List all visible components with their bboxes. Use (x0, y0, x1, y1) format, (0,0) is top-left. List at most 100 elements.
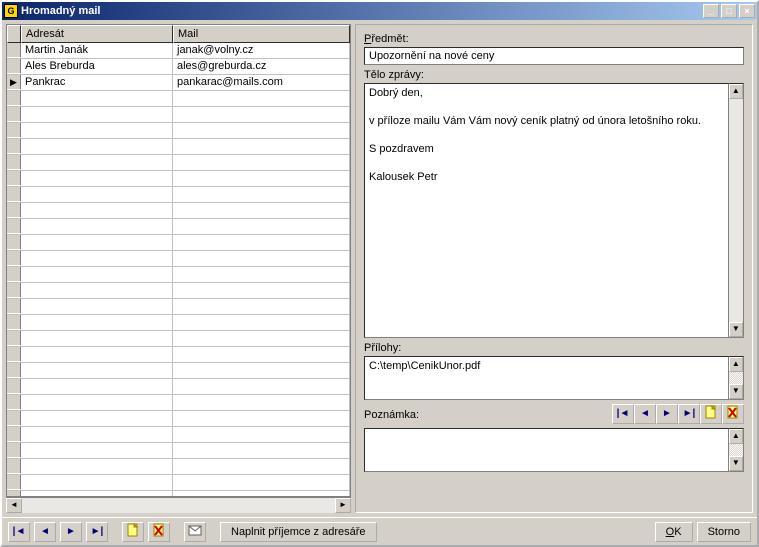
cell-mail[interactable] (173, 283, 350, 298)
recipients-grid[interactable]: Adresát Mail Martin Janákjanak@volny.czA… (6, 24, 351, 497)
table-row[interactable] (7, 491, 350, 496)
cell-name[interactable] (21, 347, 173, 362)
scroll-track[interactable] (729, 444, 743, 456)
cell-name[interactable] (21, 251, 173, 266)
scroll-thumb[interactable] (22, 498, 335, 513)
cell-mail[interactable] (173, 91, 350, 106)
table-row[interactable] (7, 283, 350, 299)
table-row[interactable] (7, 187, 350, 203)
cell-mail[interactable] (173, 315, 350, 330)
grid-delete-record-button[interactable] (148, 522, 170, 542)
grid-body[interactable]: Martin Janákjanak@volny.czAles Breburdaa… (7, 43, 350, 496)
table-row[interactable] (7, 219, 350, 235)
cell-mail[interactable] (173, 123, 350, 138)
cell-name[interactable]: Ales Breburda (21, 59, 173, 74)
cell-name[interactable] (21, 139, 173, 154)
cell-name[interactable] (21, 363, 173, 378)
cell-mail[interactable]: pankarac@mails.com (173, 75, 350, 90)
cell-name[interactable] (21, 235, 173, 250)
cell-name[interactable] (21, 331, 173, 346)
table-row[interactable] (7, 459, 350, 475)
scroll-up-button[interactable]: ▲ (729, 357, 743, 372)
column-header-mail[interactable]: Mail (173, 25, 350, 43)
table-row[interactable] (7, 139, 350, 155)
table-row[interactable] (7, 107, 350, 123)
note-textarea[interactable] (364, 428, 729, 472)
nav-last-button[interactable]: ►| (678, 404, 700, 424)
cell-name[interactable] (21, 379, 173, 394)
cancel-button[interactable]: Storno (697, 522, 751, 542)
table-row[interactable] (7, 427, 350, 443)
cell-name[interactable] (21, 475, 173, 490)
body-textarea[interactable] (364, 83, 729, 338)
cell-mail[interactable] (173, 427, 350, 442)
maximize-button[interactable]: □ (721, 4, 737, 18)
cell-mail[interactable] (173, 219, 350, 234)
cell-mail[interactable] (173, 299, 350, 314)
cell-name[interactable] (21, 315, 173, 330)
scroll-left-button[interactable]: ◄ (6, 498, 22, 513)
cell-mail[interactable] (173, 203, 350, 218)
cell-name[interactable] (21, 187, 173, 202)
cell-name[interactable] (21, 299, 173, 314)
cell-name[interactable] (21, 107, 173, 122)
cell-name[interactable] (21, 219, 173, 234)
nav-first-button[interactable]: |◄ (612, 404, 634, 424)
cell-name[interactable] (21, 427, 173, 442)
scroll-track[interactable] (729, 372, 743, 384)
cell-mail[interactable] (173, 155, 350, 170)
cell-mail[interactable]: ales@greburda.cz (173, 59, 350, 74)
scroll-right-button[interactable]: ► (335, 498, 351, 513)
table-row[interactable] (7, 171, 350, 187)
grid-nav-first-button[interactable]: |◄ (8, 522, 30, 542)
cell-mail[interactable] (173, 171, 350, 186)
cell-mail[interactable] (173, 347, 350, 362)
cell-name[interactable] (21, 203, 173, 218)
cell-name[interactable] (21, 171, 173, 186)
body-vscrollbar[interactable]: ▲ ▼ (729, 83, 744, 338)
grid-new-record-button[interactable] (122, 522, 144, 542)
new-record-button[interactable] (700, 404, 722, 424)
cell-name[interactable] (21, 443, 173, 458)
cell-mail[interactable] (173, 379, 350, 394)
cell-mail[interactable] (173, 363, 350, 378)
grid-hscrollbar[interactable]: ◄ ► (6, 497, 351, 513)
cell-name[interactable] (21, 459, 173, 474)
cell-name[interactable] (21, 123, 173, 138)
cell-mail[interactable] (173, 331, 350, 346)
grid-nav-prev-button[interactable]: ◄ (34, 522, 56, 542)
cell-mail[interactable] (173, 491, 350, 496)
table-row[interactable] (7, 91, 350, 107)
nav-next-button[interactable]: ► (656, 404, 678, 424)
ok-button[interactable]: OK (655, 522, 693, 542)
nav-prev-button[interactable]: ◄ (634, 404, 656, 424)
table-row[interactable] (7, 475, 350, 491)
grid-nav-next-button[interactable]: ► (60, 522, 82, 542)
cell-name[interactable] (21, 155, 173, 170)
table-row[interactable]: ▶Pankracpankarac@mails.com (7, 75, 350, 91)
table-row[interactable] (7, 331, 350, 347)
note-vscrollbar[interactable]: ▲ ▼ (729, 428, 744, 472)
table-row[interactable] (7, 411, 350, 427)
cell-name[interactable] (21, 283, 173, 298)
cell-mail[interactable] (173, 187, 350, 202)
grid-nav-last-button[interactable]: ►| (86, 522, 108, 542)
table-row[interactable] (7, 251, 350, 267)
table-row[interactable] (7, 315, 350, 331)
table-row[interactable] (7, 347, 350, 363)
cell-name[interactable]: Martin Janák (21, 43, 173, 58)
table-row[interactable] (7, 299, 350, 315)
table-row[interactable] (7, 443, 350, 459)
table-row[interactable]: Ales Breburdaales@greburda.cz (7, 59, 350, 75)
cell-mail[interactable] (173, 395, 350, 410)
cell-mail[interactable]: janak@volny.cz (173, 43, 350, 58)
cell-name[interactable] (21, 395, 173, 410)
cell-name[interactable] (21, 491, 173, 496)
table-row[interactable] (7, 155, 350, 171)
scroll-down-button[interactable]: ▼ (729, 322, 743, 337)
table-row[interactable] (7, 235, 350, 251)
address-book-button[interactable] (184, 522, 206, 542)
subject-input[interactable] (364, 47, 744, 65)
table-row[interactable] (7, 363, 350, 379)
scroll-down-button[interactable]: ▼ (729, 456, 743, 471)
